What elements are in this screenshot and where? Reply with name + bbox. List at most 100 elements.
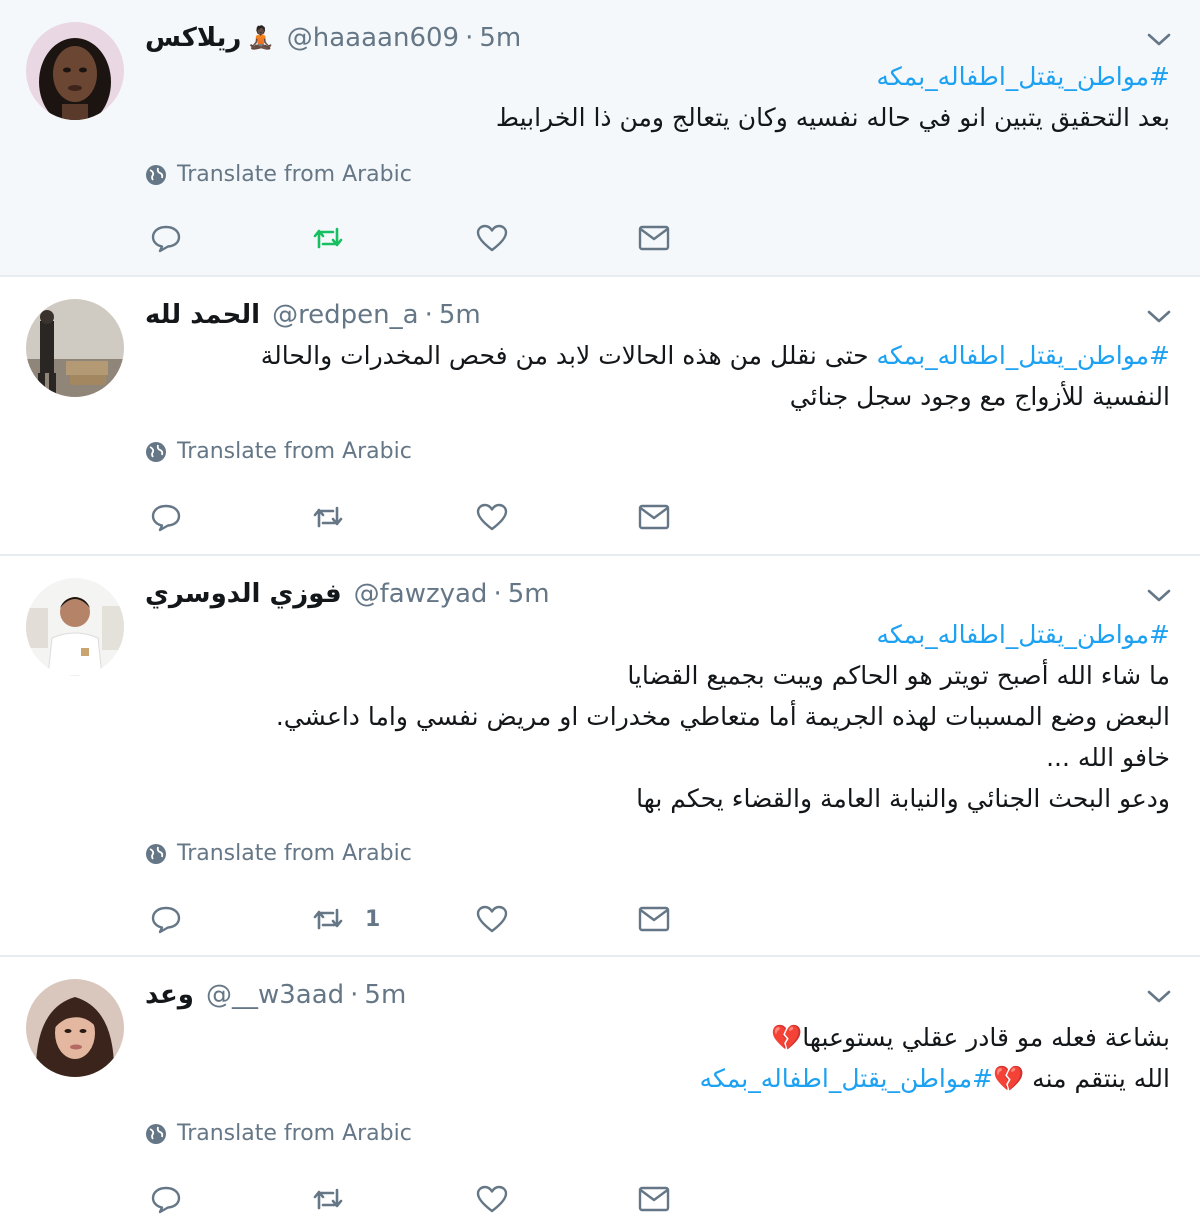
tweet-line: البعض وضع المسببات لهذه الجريمة أما متعا… (275, 702, 1170, 731)
hashtag-link[interactable]: #مواطن_يقتل_اطفاله_بمكه (700, 1064, 993, 1093)
username[interactable]: @redpen_a (272, 300, 419, 330)
tweet-header: ريلاكس 🧘🏿 @haaaan609 · 5m (145, 18, 521, 58)
retweet-button[interactable] (311, 497, 345, 537)
direct-message-button[interactable] (637, 1179, 671, 1219)
globe-icon (146, 441, 166, 462)
translate-label: Translate from Arabic (177, 162, 412, 187)
tweet-line-text: حتى نقلل من هذه الحالات لابد من فحص المخ… (260, 341, 877, 370)
chevron-down-icon[interactable] (1146, 305, 1172, 327)
tweet-text: #مواطن_يقتل_اطفاله_بمكه حتى نقلل من هذه … (145, 335, 1170, 417)
timestamp[interactable]: 5m (439, 300, 481, 330)
name-emoji: 🧘🏿 (247, 25, 275, 51)
chevron-down-icon[interactable] (1146, 28, 1172, 50)
timestamp[interactable]: 5m (508, 579, 550, 609)
direct-message-button[interactable] (637, 218, 671, 258)
tweet-line: خافو الله ... (1046, 743, 1170, 772)
tweet-line: بعد التحقيق يتبين انو في حاله نفسيه وكان… (495, 103, 1170, 132)
separator-dot: · (424, 300, 433, 330)
timeline: ريلاكس 🧘🏿 @haaaan609 · 5m #مواطن_يقتل_اط… (0, 0, 1200, 1229)
envelope-icon (638, 504, 670, 530)
reply-button[interactable] (149, 1179, 183, 1219)
tweet-line: بشاعة فعله مو قادر عقلي يستوعبها💔 (145, 1017, 1170, 1058)
like-button[interactable] (475, 218, 509, 258)
reply-icon (151, 906, 181, 934)
translate-label: Translate from Arabic (177, 841, 412, 866)
tweet-line-text: بشاعة فعله مو قادر عقلي يستوعبها (802, 1023, 1170, 1052)
tweet[interactable]: الحمد لله @redpen_a · 5m #مواطن_يقتل_اطف… (0, 277, 1200, 556)
reply-icon (151, 225, 181, 253)
tweet-line: النفسية للأزواج مع وجود سجل جنائي (789, 382, 1170, 411)
retweet-icon (313, 1188, 343, 1210)
tweet-line: #مواطن_يقتل_اطفاله_بمكه حتى نقلل من هذه … (145, 335, 1170, 376)
translate-link[interactable]: Translate from Arabic (145, 439, 412, 464)
tweet[interactable]: وعد @__w3aad · 5m بشاعة فعله مو قادر عقل… (0, 957, 1200, 1229)
tweet-text: بشاعة فعله مو قادر عقلي يستوعبها💔 الله ي… (145, 1017, 1170, 1099)
translate-label: Translate from Arabic (177, 439, 412, 464)
reply-button[interactable] (149, 497, 183, 537)
chevron-down-icon[interactable] (1146, 985, 1172, 1007)
avatar[interactable] (26, 299, 124, 397)
avatar[interactable] (26, 979, 124, 1077)
username[interactable]: @haaaan609 (287, 23, 459, 53)
tweet-header: وعد @__w3aad · 5m (145, 975, 406, 1015)
display-name[interactable]: ريلاكس (145, 23, 241, 53)
translate-link[interactable]: Translate from Arabic (145, 162, 412, 187)
translate-link[interactable]: Translate from Arabic (145, 841, 412, 866)
avatar[interactable] (26, 578, 124, 676)
retweet-count: 1 (365, 906, 381, 932)
separator-dot: · (465, 23, 474, 53)
globe-icon (146, 1123, 166, 1144)
hashtag-link[interactable]: #مواطن_يقتل_اطفاله_بمكه (877, 62, 1170, 91)
username[interactable]: @__w3aad (206, 980, 344, 1010)
direct-message-button[interactable] (637, 899, 671, 939)
timestamp[interactable]: 5m (479, 23, 521, 53)
chevron-down-icon[interactable] (1146, 584, 1172, 606)
translate-link[interactable]: Translate from Arabic (145, 1121, 412, 1146)
username[interactable]: @fawzyad (354, 579, 488, 609)
heart-icon (476, 224, 508, 252)
reply-button[interactable] (149, 899, 183, 939)
separator-dot: · (350, 980, 359, 1010)
display-name[interactable]: وعد (145, 980, 194, 1010)
heart-icon (476, 905, 508, 933)
avatar[interactable] (26, 22, 124, 120)
heart-icon (476, 1185, 508, 1213)
tweet-line-text: الله ينتقم منه (1024, 1064, 1170, 1093)
direct-message-button[interactable] (637, 497, 671, 537)
broken-heart-emoji: 💔 (771, 1023, 803, 1052)
tweet-text: #مواطن_يقتل_اطفاله_بمكه بعد التحقيق يتبي… (145, 56, 1170, 138)
retweet-icon (313, 908, 343, 930)
hashtag-link[interactable]: #مواطن_يقتل_اطفاله_بمكه (877, 341, 1170, 370)
tweet-text: #مواطن_يقتل_اطفاله_بمكه ما شاء الله أصبح… (145, 614, 1170, 819)
tweet-line: ما شاء الله أصبح تويتر هو الحاكم ويبت بج… (627, 661, 1170, 690)
globe-icon (146, 843, 166, 864)
reply-icon (151, 504, 181, 532)
envelope-icon (638, 1186, 670, 1212)
reply-button[interactable] (149, 218, 183, 258)
tweet-header: الحمد لله @redpen_a · 5m (145, 295, 481, 335)
reply-icon (151, 1186, 181, 1214)
envelope-icon (638, 906, 670, 932)
translate-label: Translate from Arabic (177, 1121, 412, 1146)
globe-icon (146, 164, 166, 185)
tweet-header: فوزي الدوسري @fawzyad · 5m (145, 574, 550, 614)
retweet-icon (313, 227, 343, 249)
tweet[interactable]: ريلاكس 🧘🏿 @haaaan609 · 5m #مواطن_يقتل_اط… (0, 0, 1200, 277)
display-name[interactable]: فوزي الدوسري (145, 579, 342, 609)
like-button[interactable] (475, 497, 509, 537)
tweet-line: الله ينتقم منه 💔#مواطن_يقتل_اطفاله_بمكه (145, 1058, 1170, 1099)
tweet-line: #مواطن_يقتل_اطفاله_بمكه (145, 56, 1170, 97)
broken-heart-emoji: 💔 (993, 1064, 1025, 1093)
retweet-button[interactable]: 1 (311, 899, 380, 939)
tweet-line: ودعو البحث الجنائي والنيابة العامة والقض… (636, 784, 1170, 813)
like-button[interactable] (475, 899, 509, 939)
tweet-line: #مواطن_يقتل_اطفاله_بمكه (145, 614, 1170, 655)
like-button[interactable] (475, 1179, 509, 1219)
retweet-button[interactable] (311, 218, 345, 258)
timestamp[interactable]: 5m (364, 980, 406, 1010)
tweet[interactable]: فوزي الدوسري @fawzyad · 5m #مواطن_يقتل_ا… (0, 556, 1200, 957)
heart-icon (476, 503, 508, 531)
retweet-button[interactable] (311, 1179, 345, 1219)
hashtag-link[interactable]: #مواطن_يقتل_اطفاله_بمكه (877, 620, 1170, 649)
display-name[interactable]: الحمد لله (145, 300, 260, 330)
